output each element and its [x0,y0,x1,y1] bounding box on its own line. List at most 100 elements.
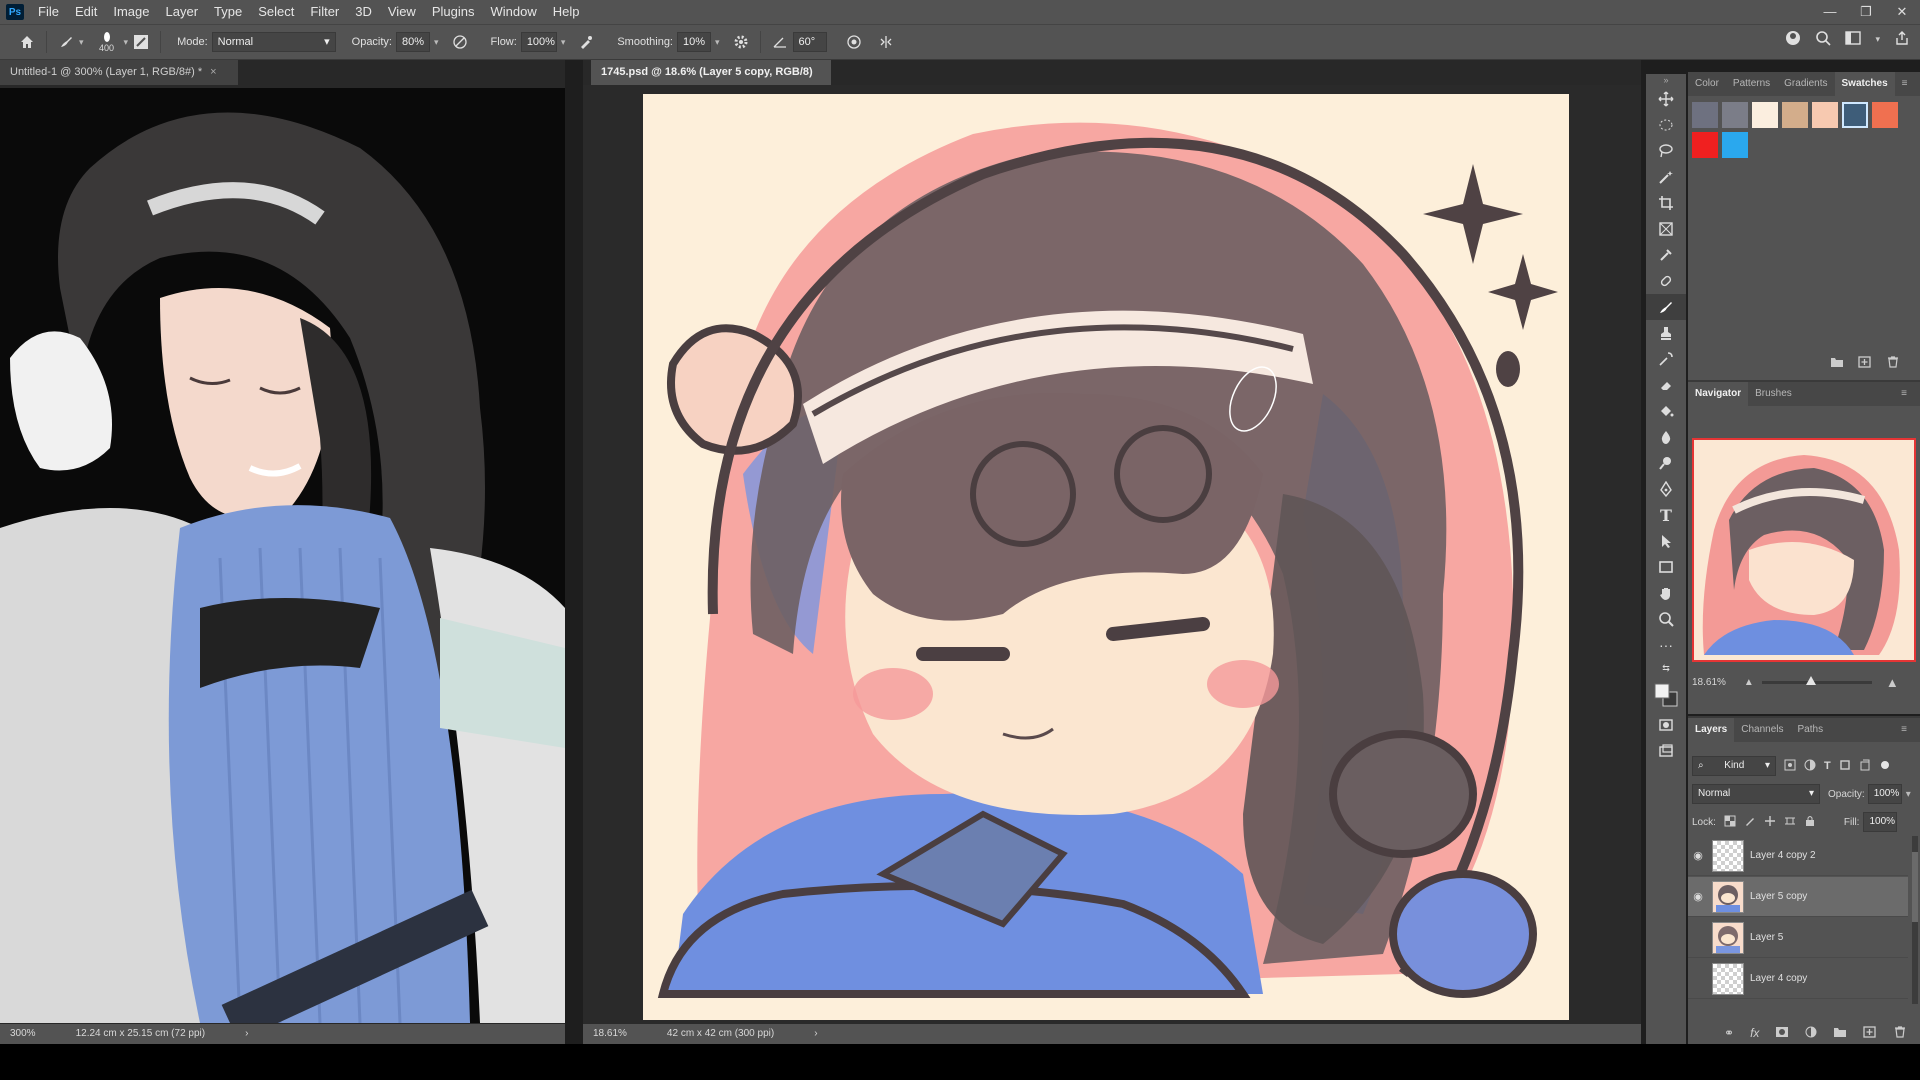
panel-menu-icon[interactable]: ≡ [1895,72,1915,96]
filter-toggle-icon[interactable] [1879,759,1891,774]
layer-kind-select[interactable]: ⌕ Kind ▾ [1692,756,1776,776]
history-brush-tool-icon[interactable] [1646,346,1686,372]
collapse-icon[interactable]: » [1646,74,1686,86]
eraser-tool-icon[interactable] [1646,372,1686,398]
menu-plugins[interactable]: Plugins [424,0,483,24]
blend-mode-select[interactable]: Normal ▾ [1692,784,1820,804]
restore-button[interactable]: ❐ [1848,0,1884,24]
layer-row[interactable]: ◉ Layer 4 copy 2 [1688,836,1908,876]
gear-icon[interactable] [728,29,754,55]
swatch-4[interactable] [1782,102,1808,128]
opacity-input[interactable]: 80% [396,32,430,52]
menu-select[interactable]: Select [250,0,302,24]
close-icon[interactable]: × [210,66,216,78]
lasso-tool-icon[interactable] [1646,138,1686,164]
path-selection-tool-icon[interactable] [1646,528,1686,554]
tab-paths[interactable]: Paths [1791,718,1831,742]
tab-brushes[interactable]: Brushes [1748,382,1799,406]
close-window-button[interactable]: ✕ [1884,0,1920,24]
crop-tool-icon[interactable] [1646,190,1686,216]
link-layers-icon[interactable]: ⚭ [1724,1026,1734,1041]
marquee-tool-icon[interactable] [1646,112,1686,138]
new-layer-icon[interactable] [1863,1026,1877,1041]
type-tool-icon[interactable]: T [1646,502,1686,528]
swap-colors-icon[interactable]: ⇆ [1646,658,1686,678]
magic-wand-tool-icon[interactable] [1646,164,1686,190]
menu-edit[interactable]: Edit [67,0,105,24]
symmetry-icon[interactable] [873,29,899,55]
filter-type-icon[interactable]: T [1824,760,1831,772]
doc-tab-untitled[interactable]: Untitled-1 @ 300% (Layer 1, RGB/8#) * × [0,60,238,85]
menu-filter[interactable]: Filter [302,0,347,24]
menu-view[interactable]: View [380,0,424,24]
layer-row-selected[interactable]: ◉ Layer 5 copy [1688,877,1908,917]
paint-bucket-tool-icon[interactable] [1646,398,1686,424]
frame-tool-icon[interactable] [1646,216,1686,242]
lock-artboard-icon[interactable] [1784,815,1796,830]
brush-size-picker[interactable]: 400 [90,27,124,57]
move-tool-icon[interactable] [1646,86,1686,112]
visibility-eye-icon[interactable]: ◉ [1688,890,1708,903]
menu-type[interactable]: Type [206,0,250,24]
search-icon[interactable] [1815,30,1832,49]
zoom-in-icon[interactable]: ▲ [1886,675,1899,690]
chevron-down-icon[interactable]: ▾ [561,37,566,48]
chevron-down-icon[interactable]: ▾ [1875,34,1880,45]
zoom-out-icon[interactable]: ▲ [1744,677,1754,688]
zoom-slider-thumb[interactable] [1806,675,1817,685]
trash-icon[interactable] [1886,356,1900,371]
filter-smart-object-icon[interactable] [1859,759,1871,774]
menu-file[interactable]: File [30,0,67,24]
dodge-tool-icon[interactable] [1646,450,1686,476]
panel-menu-icon[interactable]: ≡ [1894,382,1914,406]
mode-select[interactable]: Normal ▾ [211,32,336,52]
folder-icon[interactable] [1830,356,1844,371]
filter-adjustment-icon[interactable] [1804,759,1816,774]
workspace-icon[interactable] [1845,30,1862,49]
panel-menu-icon[interactable]: ≡ [1894,718,1914,742]
menu-layer[interactable]: Layer [158,0,207,24]
screen-mode-icon[interactable] [1646,738,1686,764]
new-swatch-icon[interactable] [1858,356,1872,371]
flow-input[interactable]: 100% [520,32,557,52]
eyedropper-tool-icon[interactable] [1646,242,1686,268]
minimize-button[interactable]: — [1812,0,1848,24]
menu-image[interactable]: Image [105,0,157,24]
swatch-8[interactable] [1692,132,1718,158]
airbrush-icon[interactable] [573,29,599,55]
lock-all-icon[interactable] [1804,815,1816,830]
adjustment-layer-icon[interactable] [1805,1026,1817,1041]
filter-shape-icon[interactable] [1839,759,1851,774]
layers-scrollbar[interactable] [1912,836,1918,1004]
chevron-down-icon[interactable]: ▾ [715,37,720,48]
zoom-tool-icon[interactable] [1646,606,1686,632]
reference-canvas[interactable] [0,88,565,1042]
lock-transparent-icon[interactable] [1724,815,1736,830]
brush-tool-preset-icon[interactable] [53,29,79,55]
layer-row[interactable]: Layer 4 copy [1688,959,1908,999]
tab-layers[interactable]: Layers [1688,718,1735,742]
pressure-opacity-icon[interactable] [447,29,473,55]
visibility-eye-icon[interactable]: ◉ [1688,849,1708,862]
main-canvas[interactable] [643,94,1569,1020]
menu-3d[interactable]: 3D [347,0,380,24]
quick-mask-icon[interactable] [1646,712,1686,738]
new-group-icon[interactable] [1833,1026,1847,1041]
doc-info[interactable]: 12.24 cm x 25.15 cm (72 ppi) [76,1024,206,1044]
chevron-down-icon[interactable]: ▾ [434,37,439,48]
filter-pixel-icon[interactable] [1784,759,1796,774]
fx-icon[interactable]: fx [1750,1026,1759,1041]
delete-layer-icon[interactable] [1893,1026,1907,1041]
pen-tool-icon[interactable] [1646,476,1686,502]
home-icon[interactable] [14,29,40,55]
navigator-preview[interactable] [1692,438,1916,662]
lock-pixels-icon[interactable] [1744,815,1756,830]
layers-scrollbar-thumb[interactable] [1912,852,1918,922]
tab-navigator[interactable]: Navigator [1688,382,1749,406]
tab-gradients[interactable]: Gradients [1777,72,1834,96]
cloud-account-icon[interactable] [1785,30,1801,49]
chevron-down-icon[interactable]: ▾ [1906,789,1911,800]
tab-channels[interactable]: Channels [1734,718,1790,742]
chevron-down-icon[interactable]: ▾ [79,37,84,48]
add-mask-icon[interactable] [1775,1026,1789,1041]
